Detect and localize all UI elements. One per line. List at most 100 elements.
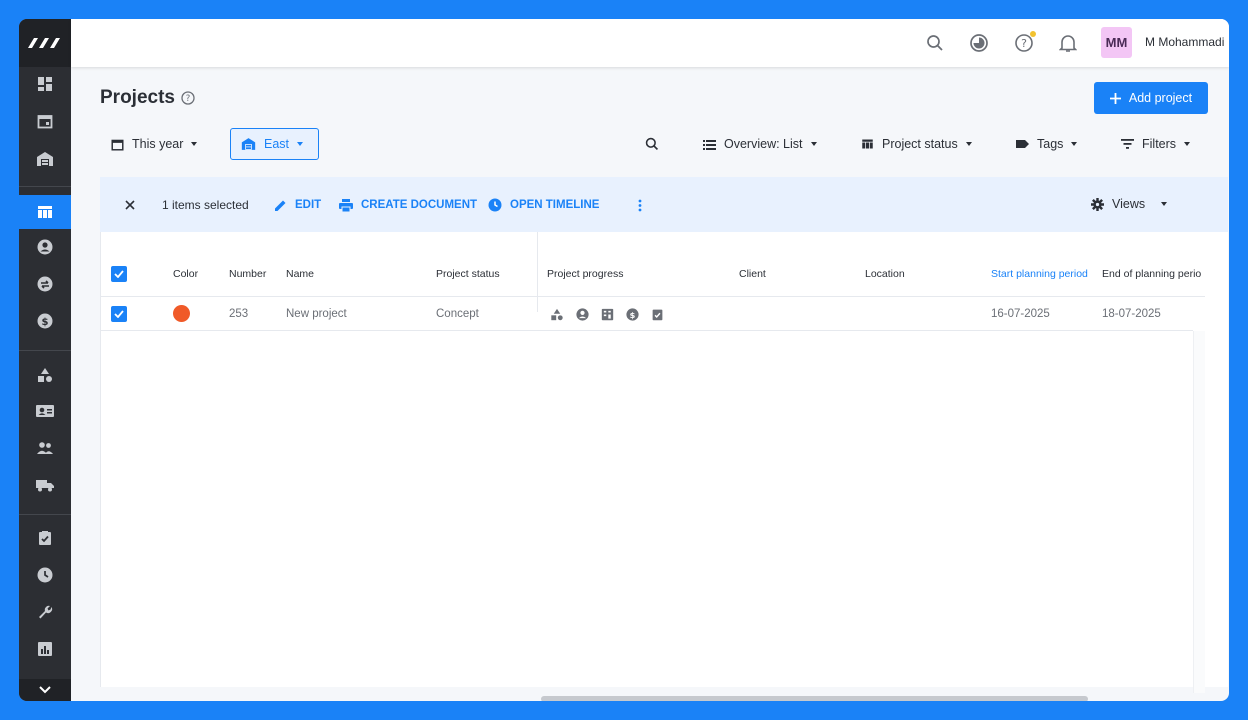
sidebar-item-maintenance[interactable] xyxy=(19,595,71,629)
open-timeline-label: OPEN TIMELINE xyxy=(510,199,600,211)
sidebar-separator xyxy=(19,186,71,187)
selection-bar: 1 items selected EDIT CREATE DOCUMENT OP… xyxy=(100,177,1228,232)
warehouse-icon xyxy=(241,138,256,150)
close-icon xyxy=(125,200,135,210)
horizontal-scrollbar-thumb[interactable] xyxy=(541,696,1088,701)
sidebar-item-exchange[interactable] xyxy=(19,267,71,301)
column-header-name[interactable]: Name xyxy=(286,268,314,280)
column-header-end-planning-period[interactable]: End of planning perio xyxy=(1102,268,1205,280)
user-name[interactable]: M Mohammadi xyxy=(1145,35,1224,49)
avatar[interactable]: MM xyxy=(1101,27,1132,58)
edit-button[interactable]: EDIT xyxy=(274,196,321,214)
global-search-button[interactable] xyxy=(923,31,947,55)
top-bar: ? MM M Mohammadi xyxy=(71,19,1229,67)
row-status[interactable]: Concept xyxy=(436,308,479,320)
row-number[interactable]: 253 xyxy=(229,308,248,320)
svg-text:?: ? xyxy=(186,94,191,104)
row-progress-icons: $ xyxy=(550,308,664,321)
sidebar-item-tasks[interactable] xyxy=(19,521,71,555)
column-header-color[interactable]: Color xyxy=(173,268,198,280)
project-color-dot[interactable] xyxy=(173,305,190,322)
bell-icon xyxy=(1059,35,1077,52)
shapes-icon[interactable] xyxy=(550,308,564,321)
sidebar-item-warehouse[interactable] xyxy=(19,142,71,176)
tags-filter[interactable]: Tags xyxy=(1006,128,1087,160)
sidebar-item-time[interactable] xyxy=(19,558,71,592)
select-all-checkbox[interactable] xyxy=(111,266,127,282)
region-filter[interactable]: East xyxy=(230,128,319,160)
column-header-client[interactable]: Client xyxy=(739,268,766,280)
sidebar-item-crew[interactable] xyxy=(19,394,71,428)
contact-icon[interactable] xyxy=(576,308,589,321)
tag-icon xyxy=(1016,140,1029,148)
calendar-icon xyxy=(111,139,124,151)
sidebar-separator xyxy=(19,350,71,351)
pencil-icon xyxy=(275,200,286,211)
finance-icon[interactable]: $ xyxy=(626,308,639,321)
calculator-icon[interactable] xyxy=(601,308,614,321)
sidebar-item-reports[interactable] xyxy=(19,632,71,666)
search-icon xyxy=(927,35,943,51)
column-header-number[interactable]: Number xyxy=(229,268,266,280)
create-document-button[interactable]: CREATE DOCUMENT xyxy=(339,196,477,214)
projects-table-icon xyxy=(38,206,52,218)
more-actions-button[interactable] xyxy=(638,196,642,214)
edit-label: EDIT xyxy=(295,199,322,211)
notifications-button[interactable] xyxy=(1056,31,1080,55)
sidebar-item-dashboard[interactable] xyxy=(19,67,71,101)
sidebar-item-transport[interactable] xyxy=(19,468,71,502)
sidebar-item-contacts[interactable] xyxy=(19,230,71,264)
plus-icon xyxy=(1109,92,1121,104)
views-selector[interactable]: Views xyxy=(1091,193,1168,215)
views-label: Views xyxy=(1112,197,1146,211)
period-filter[interactable]: This year xyxy=(101,128,207,160)
add-project-label: Add project xyxy=(1128,91,1193,105)
sidebar-item-projects[interactable] xyxy=(19,195,71,229)
gear-icon xyxy=(1091,197,1104,211)
table-icon xyxy=(862,139,873,149)
sidebar-item-people[interactable] xyxy=(19,431,71,465)
column-header-location[interactable]: Location xyxy=(865,268,905,280)
sidebar: $ xyxy=(19,19,71,701)
chevron-down-icon xyxy=(39,686,51,694)
overview-selector[interactable]: Overview: List xyxy=(693,128,827,160)
caret-down-icon xyxy=(297,142,304,146)
activity-button[interactable] xyxy=(967,31,991,55)
create-document-label: CREATE DOCUMENT xyxy=(361,199,478,211)
sidebar-item-resources[interactable] xyxy=(19,358,71,392)
people-icon xyxy=(37,442,53,454)
table-search-button[interactable] xyxy=(643,135,661,153)
column-header-project-status[interactable]: Project status xyxy=(436,268,500,280)
sidebar-item-calendar[interactable] xyxy=(19,104,71,138)
add-project-button[interactable]: Add project xyxy=(1094,82,1208,114)
region-filter-label: East xyxy=(264,137,290,151)
truck-icon xyxy=(36,480,54,492)
printer-icon xyxy=(339,198,353,212)
logo-icon xyxy=(28,38,60,48)
filters-button[interactable]: Filters xyxy=(1111,128,1200,160)
caret-down-icon xyxy=(1184,142,1191,146)
row-start-date[interactable]: 16-07-2025 xyxy=(991,308,1050,320)
column-header-project-progress[interactable]: Project progress xyxy=(547,268,623,280)
filters-label: Filters xyxy=(1142,137,1177,151)
vertical-scrollbar[interactable] xyxy=(1193,331,1205,693)
help-circle-icon[interactable]: ? xyxy=(180,90,196,106)
sidebar-item-finance[interactable]: $ xyxy=(19,304,71,338)
sidebar-expand-button[interactable] xyxy=(19,679,71,701)
row-checkbox[interactable] xyxy=(111,306,127,322)
caret-down-icon xyxy=(1071,142,1078,146)
checklist-icon[interactable] xyxy=(651,308,664,321)
checklist-icon xyxy=(39,531,51,545)
app-logo[interactable] xyxy=(19,19,71,67)
help-button[interactable]: ? xyxy=(1012,31,1036,55)
open-timeline-button[interactable]: OPEN TIMELINE xyxy=(488,196,599,214)
warehouse-icon xyxy=(37,152,53,166)
column-header-start-planning-period[interactable]: Start planning period xyxy=(991,268,1088,280)
row-end-date[interactable]: 18-07-2025 xyxy=(1102,308,1161,320)
search-icon xyxy=(645,137,659,151)
caret-down-icon xyxy=(191,142,198,146)
clear-selection-button[interactable] xyxy=(125,196,135,214)
project-status-filter[interactable]: Project status xyxy=(851,128,982,160)
projects-table: Color Number Name Project status Project… xyxy=(100,232,1228,701)
row-name[interactable]: New project xyxy=(286,308,347,320)
